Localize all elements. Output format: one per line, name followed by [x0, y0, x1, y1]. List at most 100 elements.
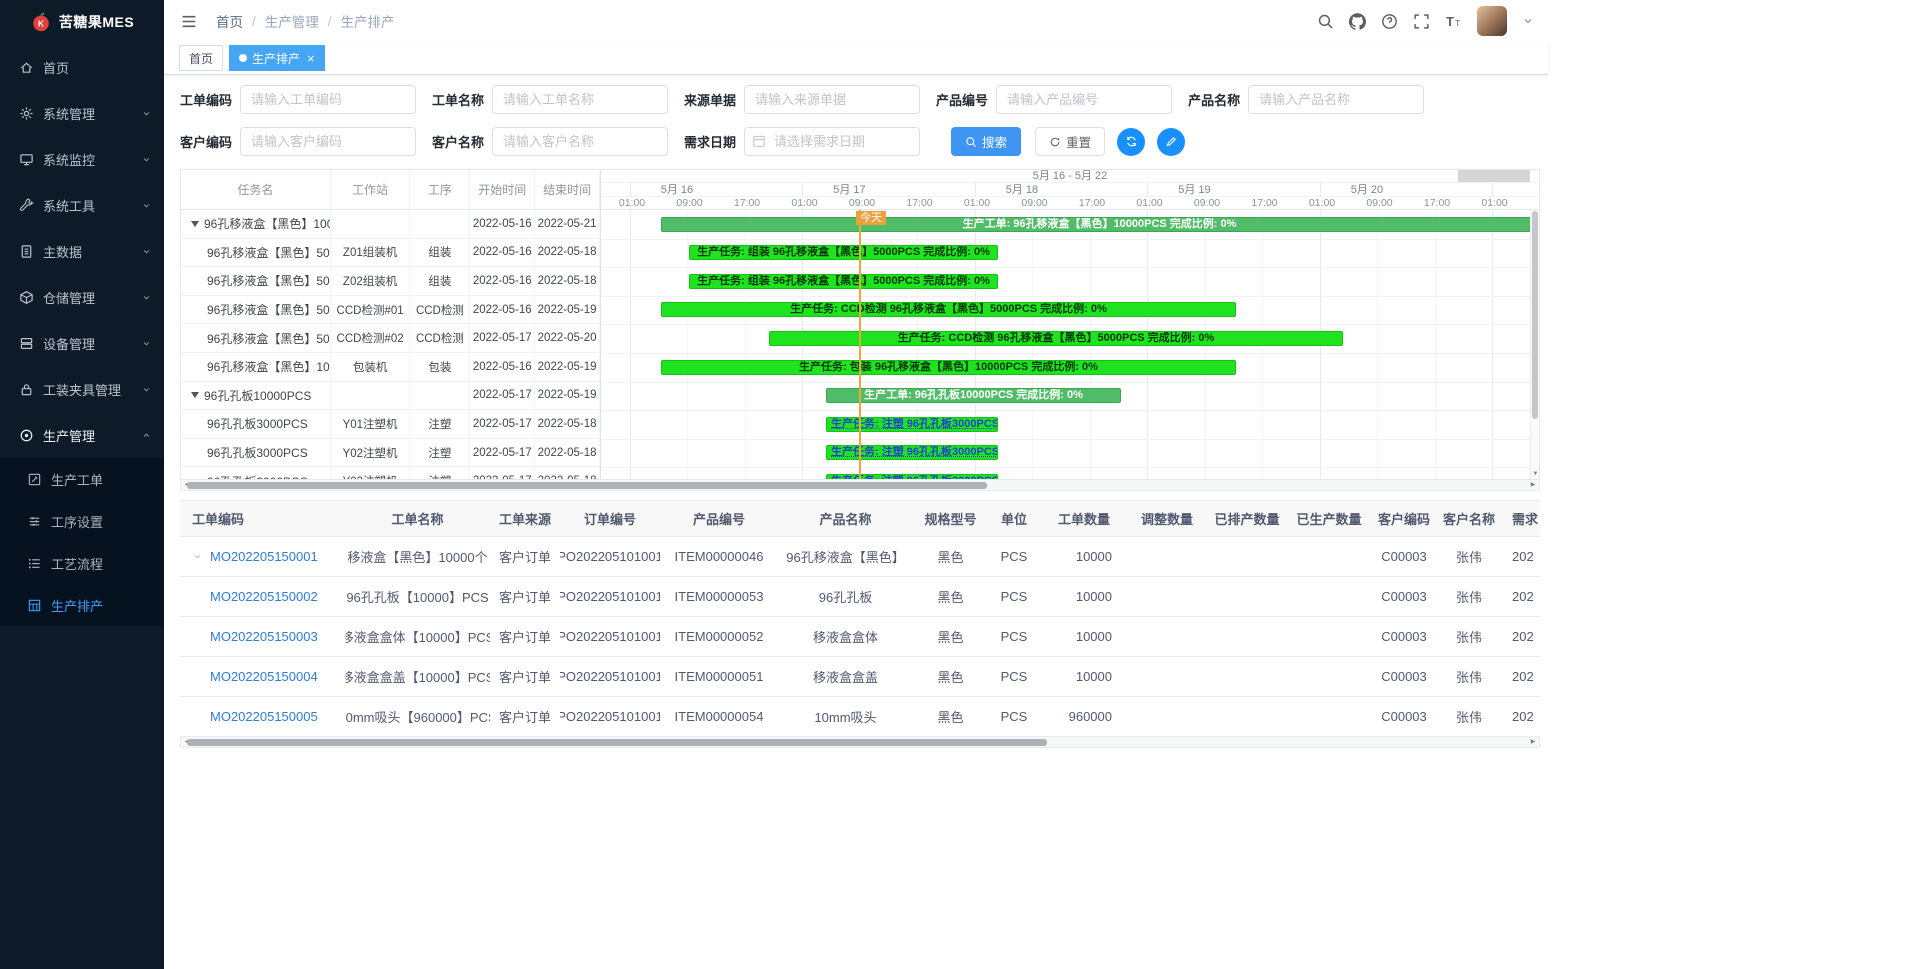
orders-column-customer_code: 客户编码 — [1370, 501, 1438, 536]
fullscreen-icon[interactable] — [1413, 13, 1430, 30]
edit-icon — [1165, 135, 1178, 148]
tab-close-icon[interactable]: × — [307, 52, 315, 65]
filter-input-产品名称[interactable] — [1248, 85, 1424, 114]
filter-input-来源单据[interactable] — [744, 85, 920, 114]
scroll-right-arrow[interactable]: ▶ — [1527, 737, 1539, 747]
caret-down-icon[interactable] — [1522, 15, 1534, 27]
sidebar-item-首页[interactable]: 首页 — [0, 44, 164, 90]
order-code-link[interactable]: MO202205150005 — [210, 709, 318, 724]
gantt-today-line — [859, 210, 861, 479]
gantt-row-line — [601, 410, 1539, 411]
gantt-task-bar[interactable]: 生产任务: 组装 96孔移液盒【黑色】5000PCS 完成比例: 0% — [689, 245, 998, 260]
gantt-vscroll-thumb[interactable] — [1532, 211, 1538, 419]
gantt-task-row[interactable]: 96孔孔板10000PCS2022-05-172022-05-19 — [181, 382, 600, 411]
orders-row-MO202205150002[interactable]: MO20220515000296孔孔板【10000】PCS客户订单PO20220… — [180, 577, 1540, 617]
sidebar-item-仓储管理[interactable]: 仓储管理 — [0, 274, 164, 320]
gantt-vertical-scrollbar[interactable]: ▼ — [1530, 210, 1539, 479]
orders-column-code: 工单编码 — [180, 501, 345, 536]
gantt-start-date: 2022-05-16 — [470, 353, 535, 381]
gantt-order-bar[interactable]: 生产工单: 96孔孔板10000PCS 完成比例: 0% — [826, 388, 1121, 403]
gantt-task-bar[interactable]: 生产任务: CCD检测 96孔移液盒【黑色】5000PCS 完成比例: 0% — [769, 331, 1343, 346]
order-code-link[interactable]: MO202205150003 — [210, 629, 318, 644]
sidebar-item-系统管理[interactable]: 系统管理 — [0, 90, 164, 136]
gantt-task-bar[interactable]: 生产任务: 组装 96孔移液盒【黑色】5000PCS 完成比例: 0% — [689, 274, 998, 289]
tab-home[interactable]: 首页 — [179, 45, 223, 71]
orders-cell-source: 客户订单 — [490, 657, 560, 696]
flow-icon — [27, 556, 42, 571]
filter-input-需求日期[interactable] — [744, 127, 920, 156]
user-avatar[interactable] — [1477, 6, 1507, 36]
orders-cell-product_name: 移液盒盒体 — [778, 617, 913, 656]
gantt-task-row[interactable]: 96孔移液盒【黑色】5000PCSCCD检测#02CCD检测2022-05-17… — [181, 324, 600, 353]
filter-input-客户名称[interactable] — [492, 127, 668, 156]
orders-cell-demand_date: 202 — [1500, 577, 1540, 616]
search-icon[interactable] — [1317, 13, 1334, 30]
gantt-column-header: 工序 — [410, 170, 470, 209]
filter-input-工单编码[interactable] — [240, 85, 416, 114]
sidebar-item-设备管理[interactable]: 设备管理 — [0, 320, 164, 366]
filter-input-工单名称[interactable] — [492, 85, 668, 114]
scroll-right-arrow[interactable]: ▶ — [1527, 480, 1539, 490]
edit-circle-button[interactable] — [1157, 128, 1185, 156]
gantt-task-row[interactable]: 96孔移液盒【黑色】10000PCS包装机包装2022-05-162022-05… — [181, 353, 600, 382]
gantt-task-row[interactable]: 96孔孔板3000PCSY02注塑机注塑2022-05-172022-05-18 — [181, 439, 600, 468]
help-icon[interactable] — [1381, 13, 1398, 30]
sidebar-item-系统监控[interactable]: 系统监控 — [0, 136, 164, 182]
breadcrumb-item-production[interactable]: 生产管理 — [265, 11, 319, 31]
gantt-end-date: 2022-05-18 — [535, 410, 600, 438]
search-button[interactable]: 搜索 — [951, 127, 1021, 156]
tab-active-dot — [239, 54, 247, 62]
gantt-task-row[interactable]: 96孔移液盒【黑色】5000PCSZ01组装机组装2022-05-162022-… — [181, 239, 600, 268]
orders-row-MO202205150001[interactable]: MO202205150001移液盒【黑色】10000个客户订单PO2022051… — [180, 537, 1540, 577]
gantt-task-bar[interactable]: 生产任务: 注塑 96孔孔板3000PCS 完成比例: 0% — [826, 474, 998, 479]
gantt-task-row[interactable]: 96孔移液盒【黑色】5000PCSCCD检测#01CCD检测2022-05-16… — [181, 296, 600, 325]
tab-production-scheduling[interactable]: 生产排产 × — [229, 45, 325, 71]
gantt-horizontal-scrollbar[interactable]: ◀ ▶ — [180, 480, 1540, 491]
orders-row-MO202205150005[interactable]: MO20220515000510mm吸头【960000】PCS客户订单PO202… — [180, 697, 1540, 737]
orders-column-adjust_qty: 调整数量 — [1128, 501, 1206, 536]
order-code-link[interactable]: MO202205150002 — [210, 589, 318, 604]
filter-input-客户编码[interactable] — [240, 127, 416, 156]
gantt-task-bar[interactable]: 生产任务: 包装 96孔移液盒【黑色】10000PCS 完成比例: 0% — [661, 360, 1236, 375]
refresh-circle-button[interactable] — [1117, 128, 1145, 156]
sidebar-item-系统工具[interactable]: 系统工具 — [0, 182, 164, 228]
gantt-task-row[interactable]: 96孔移液盒【黑色】10000PCS2022-05-162022-05-21 — [181, 210, 600, 239]
filter-input-产品编号[interactable] — [996, 85, 1172, 114]
gantt-order-bar[interactable]: 生产工单: 96孔移液盒【黑色】10000PCS 完成比例: 0% — [661, 217, 1538, 232]
orders-hscroll-thumb[interactable] — [187, 739, 1047, 746]
sidebar-subitem-生产排产[interactable]: 生产排产 — [0, 584, 164, 626]
gantt-hscroll-thumb[interactable] — [187, 482, 987, 489]
breadcrumb-item-home[interactable]: 首页 — [216, 11, 243, 31]
collapse-triangle-icon[interactable] — [191, 392, 199, 398]
sidebar-item-生产管理[interactable]: 生产管理 — [0, 412, 164, 458]
orders-row-MO202205150004[interactable]: MO202205150004移液盒盒盖【10000】PCS客户订单PO20220… — [180, 657, 1540, 697]
gantt-task-row[interactable]: 96孔移液盒【黑色】5000PCSZ02组装机组装2022-05-162022-… — [181, 267, 600, 296]
collapse-triangle-icon[interactable] — [191, 221, 199, 227]
gantt-task-row[interactable]: 96孔孔板3000PCSY01注塑机注塑2022-05-172022-05-18 — [181, 410, 600, 439]
gantt-task-bar[interactable]: 生产任务: CCD检测 96孔移液盒【黑色】5000PCS 完成比例: 0% — [661, 302, 1236, 317]
gantt-hour-label: 17:00 — [1079, 197, 1105, 209]
gantt-day-label: 5月 20 — [1320, 183, 1493, 197]
order-code-link[interactable]: MO202205150001 — [210, 549, 318, 564]
orders-cell-source: 客户订单 — [490, 537, 560, 576]
sidebar-subitem-生产工单[interactable]: 生产工单 — [0, 458, 164, 500]
gantt-task-bar[interactable]: 生产任务: 注塑 96孔孔板3000PCS 完成比例: 0% — [826, 417, 998, 432]
gantt-vscroll-down-arrow[interactable]: ▼ — [1531, 469, 1539, 479]
gantt-task-row[interactable]: 96孔孔板3000PCSY03注塑机注塑2022-05-172022-05-18 — [181, 467, 600, 479]
orders-horizontal-scrollbar[interactable]: ◀ ▶ — [180, 737, 1540, 748]
reset-button[interactable]: 重置 — [1035, 127, 1105, 156]
sidebar-item-主数据[interactable]: 主数据 — [0, 228, 164, 274]
gantt-range-gray-block — [1458, 170, 1530, 182]
sidebar-subitem-工序设置[interactable]: 工序设置 — [0, 500, 164, 542]
orders-row-MO202205150003[interactable]: MO202205150003移液盒盒体【10000】PCS客户订单PO20220… — [180, 617, 1540, 657]
font-size-icon[interactable]: TT — [1445, 13, 1462, 30]
order-code-link[interactable]: MO202205150004 — [210, 669, 318, 684]
sidebar-item-工装夹具管理[interactable]: 工装夹具管理 — [0, 366, 164, 412]
chevron-down-icon — [141, 338, 152, 349]
gantt-task-bar[interactable]: 生产任务: 注塑 96孔孔板3000PCS 完成比例: 0% — [826, 445, 998, 460]
row-expand-chevron-icon[interactable] — [192, 551, 203, 562]
github-icon[interactable] — [1349, 13, 1366, 30]
sidebar-subitem-工艺流程[interactable]: 工艺流程 — [0, 542, 164, 584]
sidebar-toggle-icon[interactable] — [180, 13, 198, 30]
app-logo[interactable]: K 苦糖果MES — [0, 0, 164, 44]
